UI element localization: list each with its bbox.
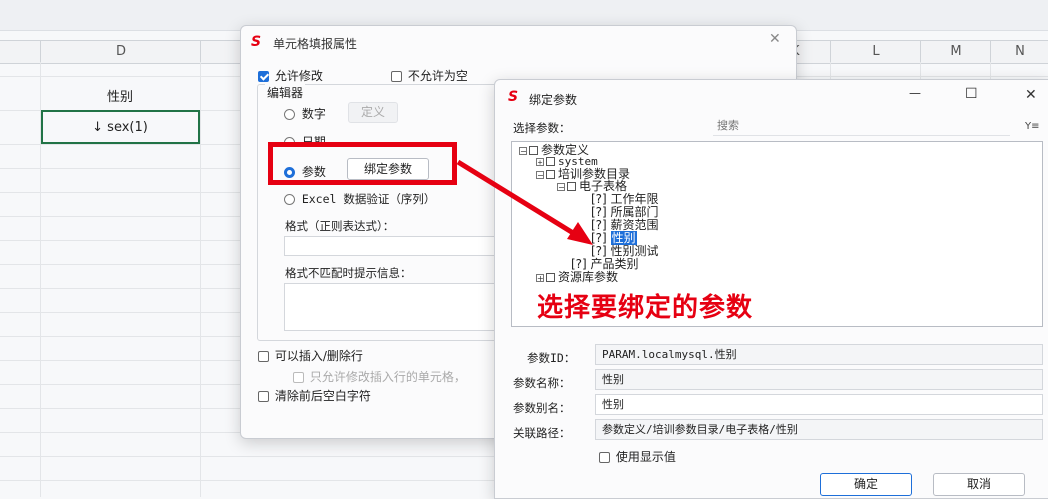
- annotation-arrow: [456, 159, 593, 245]
- arrow-line: [456, 159, 580, 239]
- arrow-head: [567, 222, 593, 245]
